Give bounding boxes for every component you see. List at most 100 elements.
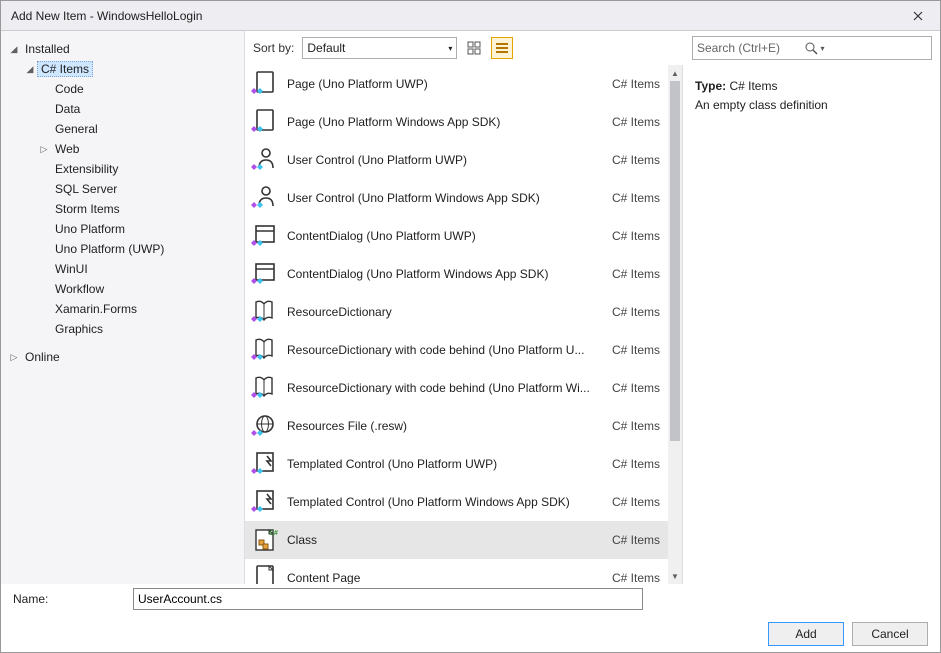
item-category: C# Items (612, 191, 660, 205)
class-icon: C# (249, 526, 279, 554)
item-name: User Control (Uno Platform Windows App S… (287, 191, 612, 205)
search-input[interactable]: Search (Ctrl+E) ▾ (692, 36, 932, 60)
template-item[interactable]: Templated Control (Uno Platform Windows … (245, 483, 668, 521)
dict-icon (249, 298, 279, 326)
page-icon (249, 70, 279, 98)
list-icon (495, 41, 509, 55)
chevron-right-icon: ▷ (37, 144, 51, 155)
view-list-button[interactable] (491, 37, 513, 59)
tree-child[interactable]: Extensibility (1, 159, 244, 179)
tree-csharp-items[interactable]: ◢ C# Items (1, 59, 244, 79)
template-item[interactable]: Page (Uno Platform Windows App SDK)C# It… (245, 103, 668, 141)
item-category: C# Items (612, 77, 660, 91)
item-name: Resources File (.resw) (287, 419, 612, 433)
tree-child[interactable]: Workflow (1, 279, 244, 299)
chevron-down-icon: ◢ (23, 64, 37, 75)
item-name: ResourceDictionary (287, 305, 612, 319)
chevron-down-icon: ▾ (821, 44, 928, 53)
tree-child[interactable]: Code (1, 79, 244, 99)
item-category: C# Items (612, 571, 660, 584)
add-button[interactable]: Add (768, 622, 844, 646)
dict-icon (249, 374, 279, 402)
dialog-icon (249, 260, 279, 288)
item-category: C# Items (612, 305, 660, 319)
template-item[interactable]: ResourceDictionaryC# Items (245, 293, 668, 331)
templated-icon (249, 488, 279, 516)
close-icon (913, 11, 923, 21)
tiles-icon (467, 41, 481, 55)
tree-child[interactable]: Uno Platform (UWP) (1, 239, 244, 259)
name-label: Name: (13, 592, 125, 606)
template-item[interactable]: User Control (Uno Platform UWP)C# Items (245, 141, 668, 179)
template-item[interactable]: ResourceDictionary with code behind (Uno… (245, 369, 668, 407)
scroll-thumb[interactable] (670, 81, 680, 441)
view-tiles-button[interactable] (463, 37, 485, 59)
item-category: C# Items (612, 229, 660, 243)
user-icon (249, 184, 279, 212)
item-name: ContentDialog (Uno Platform Windows App … (287, 267, 612, 281)
scrollbar[interactable]: ▲ ▼ (668, 65, 682, 584)
name-input[interactable] (133, 588, 643, 610)
type-value: C# Items (729, 79, 777, 93)
item-name: Class (287, 533, 612, 547)
tree-child[interactable]: WinUI (1, 259, 244, 279)
tree-child[interactable]: ▷Web (1, 139, 244, 159)
chevron-right-icon: ▷ (7, 352, 21, 363)
dialog-icon (249, 222, 279, 250)
search-icon (804, 41, 818, 55)
item-category: C# Items (612, 381, 660, 395)
chevron-down-icon: ▾ (448, 44, 452, 53)
chevron-down-icon: ◢ (7, 44, 21, 55)
page-plain-icon (249, 564, 279, 584)
item-name: ContentDialog (Uno Platform UWP) (287, 229, 612, 243)
template-item[interactable]: ContentDialog (Uno Platform UWP)C# Items (245, 217, 668, 255)
tree-graphics[interactable]: Graphics (1, 319, 244, 339)
title-bar: Add New Item - WindowsHelloLogin (1, 1, 940, 31)
item-name: User Control (Uno Platform UWP) (287, 153, 612, 167)
category-tree[interactable]: ◢ Installed ◢ C# Items CodeDataGeneral▷W… (1, 31, 245, 584)
template-item[interactable]: User Control (Uno Platform Windows App S… (245, 179, 668, 217)
item-category: C# Items (612, 495, 660, 509)
close-button[interactable] (896, 1, 940, 31)
item-category: C# Items (612, 115, 660, 129)
scroll-up-icon[interactable]: ▲ (668, 65, 682, 81)
tree-online[interactable]: ▷ Online (1, 347, 244, 367)
template-item[interactable]: Templated Control (Uno Platform UWP)C# I… (245, 445, 668, 483)
template-item[interactable]: Resources File (.resw)C# Items (245, 407, 668, 445)
item-category: C# Items (612, 419, 660, 433)
template-item[interactable]: ContentDialog (Uno Platform Windows App … (245, 255, 668, 293)
item-name: ResourceDictionary with code behind (Uno… (287, 343, 612, 357)
template-item[interactable]: Content PageC# Items (245, 559, 668, 584)
template-list[interactable]: Page (Uno Platform UWP)C# ItemsPage (Uno… (245, 65, 668, 584)
item-category: C# Items (612, 533, 660, 547)
tree-child[interactable]: Xamarin.Forms (1, 299, 244, 319)
item-category: C# Items (612, 153, 660, 167)
page-icon (249, 108, 279, 136)
tree-child[interactable]: Data (1, 99, 244, 119)
user-icon (249, 146, 279, 174)
footer: Name: Add Cancel (1, 584, 940, 653)
item-name: Templated Control (Uno Platform Windows … (287, 495, 612, 509)
type-label: Type: (695, 79, 726, 93)
toolbar: Sort by: Default ▾ Search (Ctrl+E) ▾ (245, 31, 940, 65)
item-name: Templated Control (Uno Platform UWP) (287, 457, 612, 471)
template-item[interactable]: Page (Uno Platform UWP)C# Items (245, 65, 668, 103)
item-name: Page (Uno Platform UWP) (287, 77, 612, 91)
scroll-down-icon[interactable]: ▼ (668, 568, 682, 584)
item-name: ResourceDictionary with code behind (Uno… (287, 381, 612, 395)
template-item[interactable]: ResourceDictionary with code behind (Uno… (245, 331, 668, 369)
tree-child[interactable]: Storm Items (1, 199, 244, 219)
globe-icon (249, 412, 279, 440)
dict-icon (249, 336, 279, 364)
tree-child[interactable]: Uno Platform (1, 219, 244, 239)
tree-installed[interactable]: ◢ Installed (1, 39, 244, 59)
sort-by-label: Sort by: (253, 41, 294, 55)
tree-child[interactable]: General (1, 119, 244, 139)
description: An empty class definition (695, 96, 928, 115)
tree-child[interactable]: SQL Server (1, 179, 244, 199)
sort-by-dropdown[interactable]: Default ▾ (302, 37, 457, 59)
cancel-button[interactable]: Cancel (852, 622, 928, 646)
item-name: Content Page (287, 571, 612, 584)
svg-text:C#: C# (269, 530, 278, 537)
template-item[interactable]: C# ClassC# Items (245, 521, 668, 559)
